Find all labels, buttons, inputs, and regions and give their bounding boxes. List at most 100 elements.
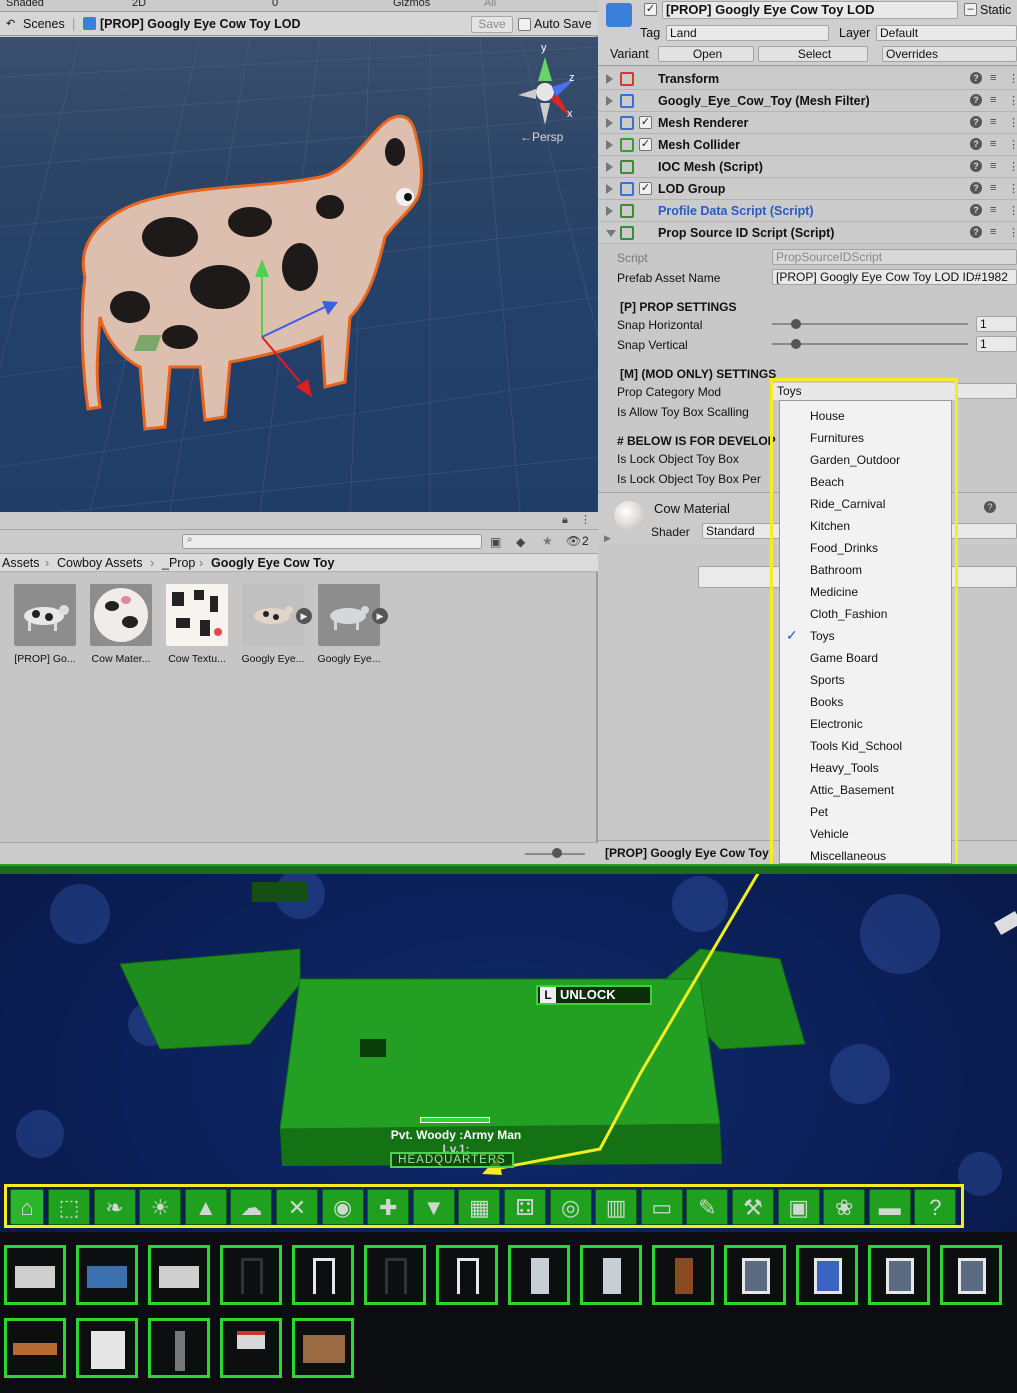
item-slot[interactable] [796, 1245, 858, 1305]
overrides-dropdown[interactable]: Overrides [882, 46, 1017, 62]
unlock-prompt[interactable]: L UNLOCK [536, 985, 652, 1005]
foldout-arrow-icon[interactable] [606, 230, 616, 237]
layer-dropdown[interactable]: Default [876, 25, 1017, 41]
lock-icon[interactable]: 🔒︎ [562, 514, 568, 527]
breadcrumb-assets[interactable]: Assets [2, 556, 40, 570]
item-slot[interactable] [652, 1245, 714, 1305]
item-slot[interactable] [148, 1318, 210, 1378]
foldout-arrow-icon[interactable] [606, 140, 613, 150]
fork-knife-icon[interactable]: ✕ [276, 1189, 318, 1225]
asset-prefab[interactable]: [PROP] Go... [12, 584, 78, 665]
dropdown-option[interactable]: Cloth_Fashion [810, 607, 887, 621]
item-slot[interactable] [292, 1318, 354, 1378]
item-slot[interactable] [148, 1245, 210, 1305]
help-icon[interactable]: ? [970, 72, 982, 84]
dropdown-option[interactable]: Game Board [810, 651, 878, 665]
context-menu-icon[interactable]: ⋮ [1008, 226, 1017, 239]
dropdown-option[interactable]: Sports [810, 673, 845, 687]
presets-icon[interactable]: ≡ [990, 116, 996, 128]
sunset-icon[interactable]: ☀ [139, 1189, 182, 1225]
tv-icon[interactable]: ▭ [640, 1189, 683, 1225]
item-slot[interactable] [940, 1245, 1002, 1305]
cross-icon[interactable]: ✚ [367, 1189, 410, 1225]
context-menu-icon[interactable]: ⋮ [1008, 204, 1017, 217]
asset-model-1[interactable]: Googly Eye... [240, 584, 306, 665]
context-menu-icon[interactable]: ⋮ [1008, 94, 1017, 107]
dropdown-option[interactable]: Pet [810, 805, 828, 819]
item-slot[interactable] [4, 1318, 66, 1378]
static-checkbox[interactable]: – [964, 3, 977, 16]
component-row[interactable]: Prop Source ID Script (Script)? ≡ ⋮ [598, 222, 1017, 244]
dropdown-option[interactable]: Garden_Outdoor [810, 453, 900, 467]
car-icon[interactable]: ▬ [868, 1189, 911, 1225]
box-icon[interactable]: ▣ [777, 1189, 820, 1225]
component-row[interactable]: ✓ LOD Group? ≡ ⋮ [598, 178, 1017, 200]
dropdown-option[interactable]: Food_Drinks [810, 541, 878, 555]
presets-icon[interactable]: ≡ [990, 94, 996, 106]
question-icon[interactable]: ? [914, 1189, 957, 1225]
tent-icon[interactable]: ▲ [184, 1189, 227, 1225]
item-slot[interactable] [292, 1245, 354, 1305]
help-icon[interactable]: ? [970, 204, 982, 216]
foldout-arrow-icon[interactable] [606, 118, 613, 128]
snap-horizontal-slider[interactable] [772, 323, 968, 325]
dice-icon[interactable]: ⚃ [504, 1189, 546, 1225]
dropdown-option[interactable]: Electronic [810, 717, 863, 731]
paw-icon[interactable]: ❀ [823, 1189, 866, 1225]
open-prefab-button[interactable]: Open [658, 46, 754, 62]
auto-save-checkbox[interactable] [518, 18, 531, 31]
item-slot[interactable] [724, 1245, 786, 1305]
expand-arrow-icon[interactable]: ▶ [604, 533, 611, 544]
presets-icon[interactable]: ≡ [990, 204, 996, 216]
component-row[interactable]: ✓ Mesh Renderer? ≡ ⋮ [598, 112, 1017, 134]
context-menu-icon[interactable]: ⋮ [1008, 182, 1017, 195]
expand-arrow-icon[interactable]: ▶ [372, 608, 388, 624]
snap-vertical-knob[interactable] [791, 339, 801, 349]
presets-icon[interactable]: ≡ [990, 182, 996, 194]
component-row[interactable]: ✓ Mesh Collider? ≡ ⋮ [598, 134, 1017, 156]
foldout-arrow-icon[interactable] [606, 162, 613, 172]
ball-icon[interactable]: ◎ [549, 1189, 592, 1225]
snap-vertical-value[interactable]: 1 [976, 336, 1017, 352]
asset-texture[interactable]: Cow Textu... [164, 584, 230, 665]
snap-horizontal-value[interactable]: 1 [976, 316, 1017, 332]
dropdown-option[interactable]: Bathroom [810, 563, 862, 577]
foldout-arrow-icon[interactable] [606, 74, 613, 84]
context-menu-icon[interactable]: ⋮ [1008, 138, 1017, 151]
dropdown-option[interactable]: Ride_Carnival [810, 497, 885, 511]
house-icon[interactable]: ⌂ [10, 1189, 44, 1225]
menu-dots-icon[interactable]: ⋮ [580, 513, 591, 526]
context-menu-icon[interactable]: ⋮ [1008, 160, 1017, 173]
item-slot[interactable] [868, 1245, 930, 1305]
help-icon[interactable]: ? [984, 501, 996, 513]
scene-search-input[interactable]: All [484, 0, 496, 9]
snap-horizontal-knob[interactable] [791, 319, 801, 329]
shading-mode-dropdown[interactable]: Shaded [6, 0, 44, 9]
back-arrow-icon[interactable]: ↶ [6, 17, 15, 30]
dropdown-option[interactable]: Attic_Basement [810, 783, 894, 797]
foldout-arrow-icon[interactable] [606, 184, 613, 194]
component-enabled-checkbox[interactable]: ✓ [639, 182, 652, 195]
cow-model[interactable] [80, 114, 423, 431]
save-button[interactable]: Save [471, 16, 513, 33]
item-slot[interactable] [580, 1245, 642, 1305]
tag-dropdown[interactable]: Land [666, 25, 829, 41]
foldout-arrow-icon[interactable] [606, 206, 613, 216]
item-slot[interactable] [76, 1245, 138, 1305]
thumbnail-size-slider-knob[interactable] [552, 848, 562, 858]
project-search-input[interactable]: ⌕ [182, 534, 482, 549]
dropdown-option[interactable]: Miscellaneous [810, 849, 886, 863]
select-prefab-button[interactable]: Select [758, 46, 868, 62]
active-checkbox[interactable]: ✓ [644, 3, 657, 16]
tools-icon[interactable]: ⚒ [732, 1189, 774, 1225]
asset-material[interactable]: Cow Mater... [88, 584, 154, 665]
item-slot[interactable] [220, 1318, 282, 1378]
dropdown-option[interactable]: Toys [810, 629, 835, 643]
favorite-star-icon[interactable]: ★ [542, 534, 553, 548]
dropdown-option[interactable]: Books [810, 695, 843, 709]
dropdown-option[interactable]: Tools Kid_School [810, 739, 902, 753]
toy-blocks-icon[interactable]: ▦ [458, 1189, 501, 1225]
component-row[interactable]: Profile Data Script (Script)? ≡ ⋮ [598, 200, 1017, 222]
item-slot[interactable] [76, 1318, 138, 1378]
presets-icon[interactable]: ≡ [990, 226, 996, 238]
